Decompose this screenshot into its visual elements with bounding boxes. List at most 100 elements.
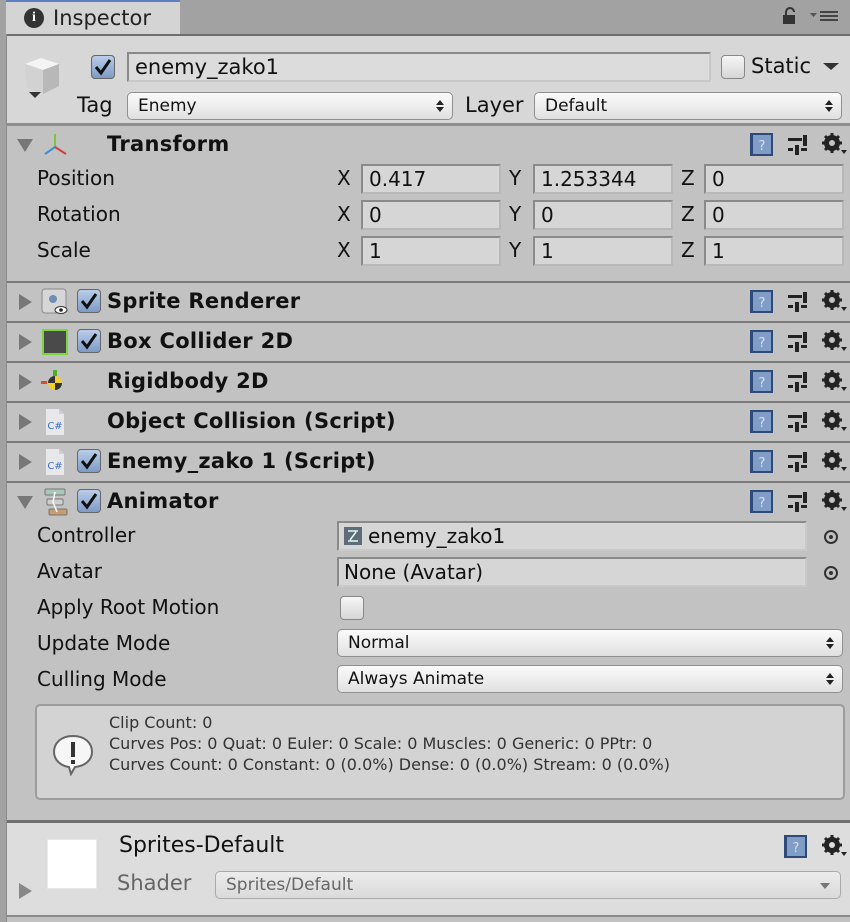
- preset-icon[interactable]: [787, 291, 809, 313]
- component-header[interactable]: Box Collider 2D ?: [7, 323, 850, 361]
- rotation-x-field[interactable]: 0: [361, 200, 501, 230]
- component-enabled-checkbox[interactable]: [77, 329, 101, 353]
- component-header[interactable]: Rigidbody 2D ?: [7, 363, 850, 401]
- position-z-field[interactable]: 0: [704, 164, 844, 194]
- component-enabled-checkbox[interactable]: [77, 489, 101, 513]
- tab-menu-icon[interactable]: [810, 9, 840, 23]
- position-y-field[interactable]: 1.253344: [533, 164, 673, 194]
- help-book-icon[interactable]: ?: [749, 329, 775, 355]
- static-checkbox[interactable]: [721, 55, 745, 79]
- preset-icon[interactable]: [787, 411, 809, 433]
- gear-icon[interactable]: [821, 132, 847, 156]
- update-mode-value: Normal: [348, 633, 410, 653]
- rotation-label: Rotation: [37, 202, 121, 226]
- foldout-expanded-icon[interactable]: [17, 496, 33, 509]
- box-collider-icon: [42, 329, 68, 355]
- position-x-field[interactable]: 0.417: [361, 164, 501, 194]
- component-enabled-checkbox[interactable]: [77, 289, 101, 313]
- component-header[interactable]: Sprite Renderer ?: [7, 283, 850, 321]
- update-mode-dropdown[interactable]: Normal: [337, 629, 843, 657]
- help-book-icon[interactable]: ?: [749, 132, 775, 158]
- help-book-icon[interactable]: ?: [749, 409, 775, 435]
- preset-icon[interactable]: [787, 491, 809, 513]
- object-picker-icon[interactable]: [824, 566, 838, 580]
- gear-icon[interactable]: [821, 489, 847, 513]
- svg-text:?: ?: [759, 496, 766, 511]
- component-enemy-zako-script: C# Enemy_zako 1 (Script) ?: [7, 443, 850, 483]
- gear-icon[interactable]: [821, 329, 847, 353]
- shader-dropdown[interactable]: Sprites/Default: [215, 871, 841, 899]
- foldout-collapsed-icon[interactable]: [19, 334, 32, 350]
- csharp-script-icon: C#: [46, 409, 64, 435]
- scale-z-field[interactable]: 1: [704, 236, 844, 266]
- gear-icon[interactable]: [821, 409, 847, 433]
- foldout-collapsed-icon[interactable]: [19, 374, 32, 390]
- layer-dropdown[interactable]: Default: [534, 92, 842, 120]
- component-header[interactable]: C# Object Collision (Script) ?: [7, 403, 850, 441]
- axis-z-label: Z: [681, 166, 695, 190]
- gear-icon[interactable]: [821, 369, 847, 393]
- gameobject-cube-icon: [25, 58, 59, 98]
- preset-icon[interactable]: [787, 451, 809, 473]
- shader-value: Sprites/Default: [226, 875, 354, 895]
- object-picker-icon[interactable]: [824, 530, 838, 544]
- svg-text:?: ?: [793, 841, 800, 856]
- component-title: Rigidbody 2D: [107, 369, 269, 393]
- axis-z-label: Z: [681, 202, 695, 226]
- help-book-icon[interactable]: ?: [783, 834, 809, 860]
- gear-icon[interactable]: [821, 289, 847, 313]
- help-book-icon[interactable]: ?: [749, 289, 775, 315]
- material-preview: [47, 839, 97, 889]
- preset-icon[interactable]: [787, 331, 809, 353]
- gameobject-header: enemy_zako1 Static Tag Enemy Layer Defau…: [7, 34, 850, 126]
- position-label: Position: [37, 166, 115, 190]
- component-header[interactable]: C# Enemy_zako 1 (Script) ?: [7, 443, 850, 481]
- avatar-label: Avatar: [37, 559, 102, 583]
- avatar-field[interactable]: None (Avatar): [337, 557, 807, 587]
- component-sprite-renderer: Sprite Renderer ?: [7, 283, 850, 323]
- component-title: Transform: [107, 132, 230, 156]
- controller-label: Controller: [37, 523, 136, 547]
- preset-icon[interactable]: [787, 134, 809, 156]
- controller-field[interactable]: enemy_zako1: [337, 521, 807, 551]
- component-header[interactable]: Animator ?: [7, 483, 850, 521]
- layer-value: Default: [545, 96, 608, 116]
- rotation-z-field[interactable]: 0: [704, 200, 844, 230]
- gameobject-name-field[interactable]: enemy_zako1: [127, 52, 711, 82]
- rigidbody-icon: [41, 370, 62, 390]
- animator-icon: [44, 488, 68, 516]
- tag-label: Tag: [77, 93, 113, 117]
- svg-text:C#: C#: [47, 421, 62, 432]
- transform-header[interactable]: Transform ?: [7, 126, 850, 164]
- culling-mode-value: Always Animate: [348, 669, 485, 689]
- info-line: Clip Count: 0: [109, 713, 213, 732]
- help-book-icon[interactable]: ?: [749, 489, 775, 515]
- help-book-icon[interactable]: ?: [749, 449, 775, 475]
- foldout-collapsed-icon[interactable]: [19, 294, 32, 310]
- foldout-collapsed-icon[interactable]: [19, 454, 32, 470]
- animator-controller-icon: [344, 527, 362, 545]
- svg-text:?: ?: [759, 139, 766, 154]
- tab-inspector[interactable]: i Inspector: [6, 0, 180, 34]
- foldout-collapsed-icon[interactable]: [19, 414, 32, 430]
- component-rigidbody-2d: Rigidbody 2D ?: [7, 363, 850, 403]
- tag-dropdown[interactable]: Enemy: [127, 92, 453, 120]
- component-enabled-checkbox[interactable]: [77, 449, 101, 473]
- gameobject-active-checkbox[interactable]: [91, 55, 115, 79]
- updown-arrows-icon: [826, 673, 834, 685]
- scale-y-field[interactable]: 1: [533, 236, 673, 266]
- gear-icon[interactable]: [821, 834, 847, 858]
- animator-info-box: Clip Count: 0 Curves Pos: 0 Quat: 0 Euler…: [35, 704, 845, 800]
- culling-mode-dropdown[interactable]: Always Animate: [337, 665, 843, 693]
- lock-icon[interactable]: [783, 7, 797, 24]
- gear-icon[interactable]: [821, 449, 847, 473]
- scale-x-field[interactable]: 1: [361, 236, 501, 266]
- static-dropdown-arrow-icon[interactable]: [823, 63, 839, 70]
- help-book-icon[interactable]: ?: [749, 369, 775, 395]
- foldout-expanded-icon[interactable]: [17, 139, 33, 152]
- rotation-y-field[interactable]: 0: [533, 200, 673, 230]
- foldout-collapsed-icon[interactable]: [19, 883, 32, 899]
- apply-root-motion-checkbox[interactable]: [340, 596, 364, 620]
- svg-text:?: ?: [759, 376, 766, 391]
- preset-icon[interactable]: [787, 371, 809, 393]
